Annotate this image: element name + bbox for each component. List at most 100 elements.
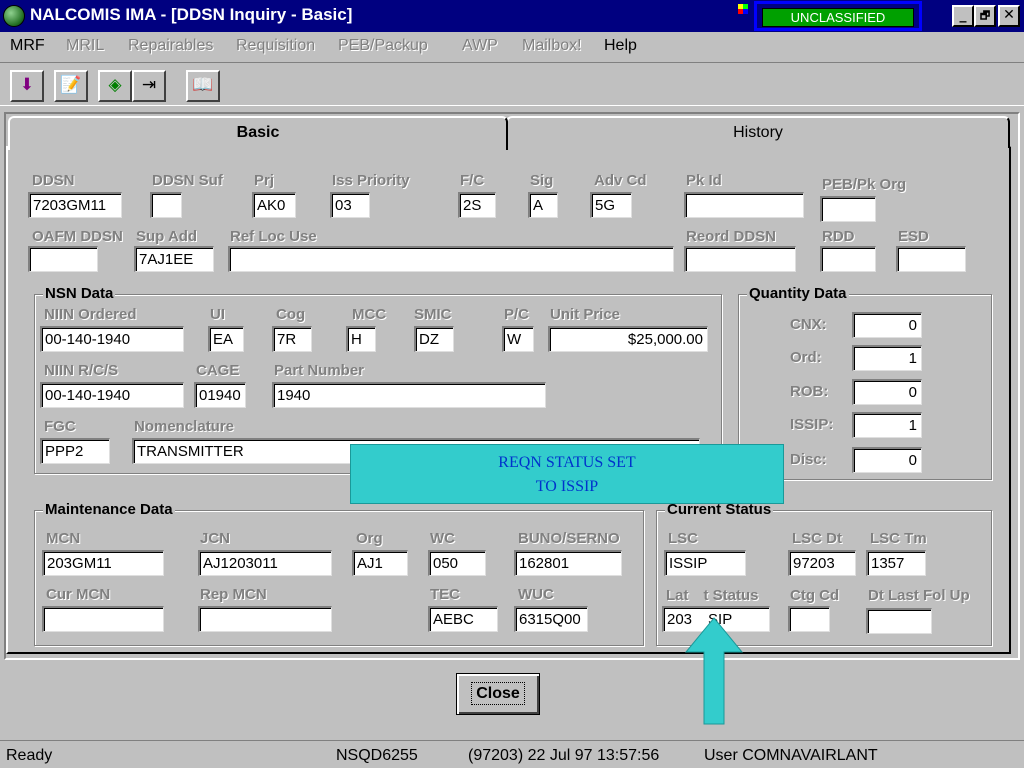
book-button[interactable]: 📖 bbox=[186, 70, 220, 102]
iss-priority-field[interactable]: 03 bbox=[330, 192, 370, 218]
menu-mrf[interactable]: MRF bbox=[10, 37, 45, 55]
rep-mcn-field[interactable] bbox=[198, 606, 332, 632]
pc-field[interactable]: W bbox=[502, 326, 534, 352]
cur-mcn-field[interactable] bbox=[42, 606, 164, 632]
globe-icon: ◈ bbox=[108, 75, 122, 95]
menu-requisition[interactable]: Requisition bbox=[236, 37, 315, 55]
ui-label: UI bbox=[210, 306, 225, 323]
esd-field[interactable] bbox=[896, 246, 966, 272]
sup-add-label: Sup Add bbox=[136, 228, 198, 245]
lsc-tm-field[interactable]: 1357 bbox=[866, 550, 926, 576]
mcc-field[interactable]: H bbox=[346, 326, 376, 352]
ddsn-suf-label: DDSN Suf bbox=[152, 172, 223, 189]
minimize-button[interactable]: _ bbox=[952, 5, 974, 27]
menu-repairables[interactable]: Repairables bbox=[128, 37, 213, 55]
pk-id-field[interactable] bbox=[684, 192, 804, 218]
iss-priority-label: Iss Priority bbox=[332, 172, 410, 189]
wuc-label: WUC bbox=[518, 586, 554, 603]
wc-label: WC bbox=[430, 530, 455, 547]
jcn-field[interactable]: AJ1203011 bbox=[198, 550, 332, 576]
mcn-field[interactable]: 203GM11 bbox=[42, 550, 164, 576]
callout-line-1: REQN STATUS SET bbox=[498, 454, 636, 471]
wuc-field[interactable]: 6315Q00 bbox=[514, 606, 588, 632]
book-icon: 📖 bbox=[192, 75, 214, 95]
ord-field[interactable]: 1 bbox=[852, 345, 922, 371]
rdd-field[interactable] bbox=[820, 246, 876, 272]
menu-peb-packup[interactable]: PEB/Packup bbox=[338, 37, 428, 55]
reord-ddsn-label: Reord DDSN bbox=[686, 228, 777, 245]
menu-mailbox[interactable]: Mailbox! bbox=[522, 37, 582, 55]
ref-loc-use-label: Ref Loc Use bbox=[230, 228, 317, 245]
unit-price-field[interactable]: $25,000.00 bbox=[548, 326, 708, 352]
minimize-icon: _ bbox=[959, 7, 967, 23]
ddsn-field[interactable]: 7203GM11 bbox=[28, 192, 122, 218]
rep-mcn-label: Rep MCN bbox=[200, 586, 267, 603]
arrow-down-button[interactable]: ⬇ bbox=[10, 70, 44, 102]
lsc-field[interactable]: ISSIP bbox=[664, 550, 746, 576]
lsc-dt-label: LSC Dt bbox=[792, 530, 842, 547]
maintenance-data-title: Maintenance Data bbox=[43, 501, 175, 518]
cnx-field[interactable]: 0 bbox=[852, 312, 922, 338]
notepad-button[interactable]: 📝 bbox=[54, 70, 88, 102]
rob-field[interactable]: 0 bbox=[852, 379, 922, 405]
quantity-data-title: Quantity Data bbox=[747, 285, 849, 302]
ord-label: Ord: bbox=[790, 349, 822, 366]
callout-line-2: TO ISSIP bbox=[535, 478, 599, 495]
close-button[interactable]: Close bbox=[456, 673, 540, 715]
ddsn-suf-field[interactable] bbox=[150, 192, 182, 218]
restore-icon: 🗗 bbox=[979, 9, 991, 22]
prj-field[interactable]: AK0 bbox=[252, 192, 296, 218]
mcn-label: MCN bbox=[46, 530, 81, 547]
fgc-field[interactable]: PPP2 bbox=[40, 438, 110, 464]
globe-button[interactable]: ◈ bbox=[98, 70, 132, 102]
sig-label: Sig bbox=[530, 172, 554, 189]
title-bar: NALCOMIS IMA - [DDSN Inquiry - Basic] UN… bbox=[0, 0, 1024, 32]
exit-button[interactable]: ⇥ bbox=[132, 70, 166, 102]
cage-field[interactable]: 01940 bbox=[194, 382, 246, 408]
unit-price-label: Unit Price bbox=[550, 306, 621, 323]
niin-ordered-field[interactable]: 00-140-1940 bbox=[40, 326, 184, 352]
menu-mril[interactable]: MRIL bbox=[66, 37, 104, 55]
niin-rcs-field[interactable]: 00-140-1940 bbox=[40, 382, 184, 408]
ref-loc-use-field[interactable] bbox=[228, 246, 674, 272]
fc-field[interactable]: 2S bbox=[458, 192, 496, 218]
maximize-button[interactable]: 🗗 bbox=[974, 5, 996, 27]
menu-awp[interactable]: AWP bbox=[462, 37, 498, 55]
tab-basic[interactable]: Basic bbox=[8, 116, 508, 150]
cog-field[interactable]: 7R bbox=[272, 326, 312, 352]
classification-frame: UNCLASSIFIED bbox=[754, 1, 922, 31]
part-number-field[interactable]: 1940 bbox=[272, 382, 546, 408]
tab-history[interactable]: History bbox=[506, 116, 1010, 148]
tec-label: TEC bbox=[430, 586, 460, 603]
org-field[interactable]: AJ1 bbox=[352, 550, 408, 576]
peb-pk-org-field[interactable] bbox=[820, 196, 876, 222]
lsc-label: LSC bbox=[668, 530, 698, 547]
nsn-data-title: NSN Data bbox=[43, 285, 116, 302]
oafm-ddsn-field[interactable] bbox=[28, 246, 98, 272]
cnx-label: CNX: bbox=[790, 316, 827, 333]
notepad-icon: 📝 bbox=[60, 75, 82, 95]
window-title: NALCOMIS IMA - [DDSN Inquiry - Basic] bbox=[30, 5, 353, 24]
ui-field[interactable]: EA bbox=[208, 326, 244, 352]
buno-label: BUNO/SERNO bbox=[518, 530, 620, 547]
dt-last-fol-up-field[interactable] bbox=[866, 608, 932, 634]
close-window-button[interactable]: ✕ bbox=[998, 5, 1020, 27]
adv-cd-field[interactable]: 5G bbox=[590, 192, 632, 218]
lsc-dt-field[interactable]: 97203 bbox=[788, 550, 856, 576]
tec-field[interactable]: AEBC bbox=[428, 606, 498, 632]
sup-add-field[interactable]: 7AJ1EE bbox=[134, 246, 214, 272]
sig-field[interactable]: A bbox=[528, 192, 558, 218]
disc-field[interactable]: 0 bbox=[852, 447, 922, 473]
smic-field[interactable]: DZ bbox=[414, 326, 454, 352]
status-user: User COMNAVAIRLANT bbox=[704, 747, 878, 764]
issip-field[interactable]: 1 bbox=[852, 412, 922, 438]
wc-field[interactable]: 050 bbox=[428, 550, 486, 576]
ctg-cd-field[interactable] bbox=[788, 606, 830, 632]
status-server: NSQD6255 bbox=[336, 747, 418, 764]
reord-ddsn-field[interactable] bbox=[684, 246, 796, 272]
issip-label: ISSIP: bbox=[790, 416, 834, 433]
buno-field[interactable]: 162801 bbox=[514, 550, 622, 576]
status-ready: Ready bbox=[6, 747, 53, 764]
latest-status-label: Lat t Status bbox=[666, 587, 759, 604]
menu-help[interactable]: Help bbox=[604, 37, 637, 55]
